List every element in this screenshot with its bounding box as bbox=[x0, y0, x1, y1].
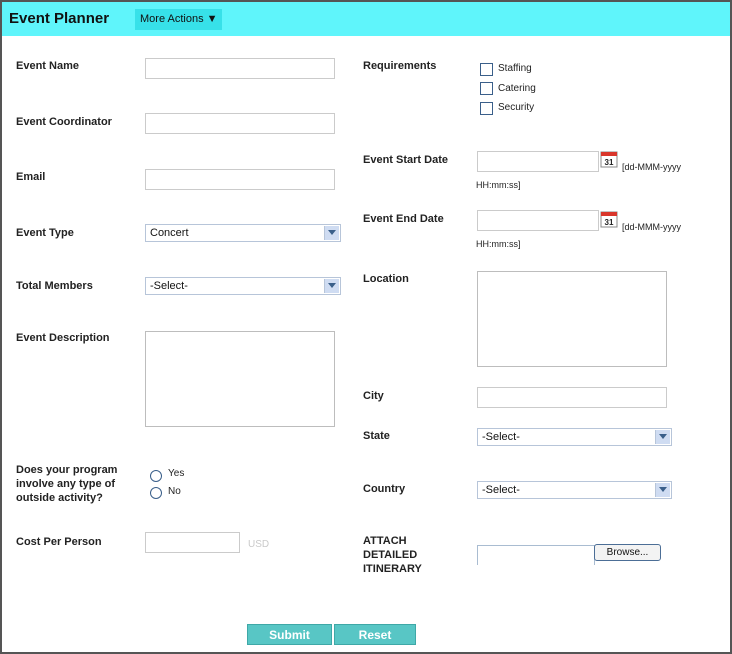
requirements-label: Requirements bbox=[363, 60, 437, 72]
yes-radio[interactable] bbox=[150, 470, 162, 482]
cost-per-person-label: Cost Per Person bbox=[16, 536, 102, 548]
start-date-format-hint-2: HH:mm:ss] bbox=[476, 180, 521, 190]
itinerary-file-input[interactable] bbox=[477, 545, 595, 565]
state-label: State bbox=[363, 430, 390, 442]
attach-itinerary-label: ATTACH DETAILED ITINERARY bbox=[363, 534, 422, 576]
staffing-label: Staffing bbox=[498, 63, 532, 74]
event-end-date-input[interactable] bbox=[477, 210, 599, 231]
staffing-checkbox[interactable] bbox=[480, 63, 493, 76]
country-label: Country bbox=[363, 483, 406, 495]
calendar-icon[interactable]: 31 bbox=[600, 210, 618, 228]
total-members-value: -Select- bbox=[150, 280, 188, 292]
calendar-day: 31 bbox=[605, 158, 614, 167]
event-type-value: Concert bbox=[150, 227, 189, 239]
browse-button[interactable]: Browse... bbox=[594, 544, 661, 561]
event-end-date-label: Event End Date bbox=[363, 213, 444, 225]
attach-line-3: ITINERARY bbox=[363, 563, 422, 575]
start-date-format-hint-1: [dd-MMM-yyyy bbox=[622, 162, 681, 172]
question-line-3: outside activity? bbox=[16, 492, 103, 504]
chevron-down-icon bbox=[655, 430, 670, 444]
state-value: -Select- bbox=[482, 431, 520, 443]
attach-line-2: DETAILED bbox=[363, 549, 418, 561]
calendar-day: 31 bbox=[605, 218, 614, 227]
event-type-select[interactable]: Concert bbox=[145, 224, 341, 242]
event-description-textarea[interactable] bbox=[145, 331, 335, 427]
page-title: Event Planner bbox=[9, 10, 110, 27]
location-textarea[interactable] bbox=[477, 271, 667, 367]
outside-activity-question: Does your program involve any type of ou… bbox=[16, 463, 117, 505]
state-select[interactable]: -Select- bbox=[477, 428, 672, 446]
header-bar: Event Planner More Actions ▼ bbox=[2, 2, 730, 36]
event-start-date-input[interactable] bbox=[477, 151, 599, 172]
country-select[interactable]: -Select- bbox=[477, 481, 672, 499]
catering-checkbox[interactable] bbox=[480, 82, 493, 95]
total-members-label: Total Members bbox=[16, 280, 93, 292]
security-label: Security bbox=[498, 102, 535, 113]
event-start-date-label: Event Start Date bbox=[363, 154, 448, 166]
question-line-1: Does your program bbox=[16, 464, 118, 476]
attach-line-1: ATTACH bbox=[363, 535, 407, 547]
cost-per-person-input[interactable] bbox=[145, 532, 240, 553]
event-name-label: Event Name bbox=[16, 60, 79, 72]
email-label: Email bbox=[16, 171, 46, 183]
event-coordinator-input[interactable] bbox=[145, 113, 335, 134]
chevron-down-icon bbox=[324, 279, 339, 293]
submit-button[interactable]: Submit bbox=[247, 624, 332, 645]
no-radio[interactable] bbox=[150, 487, 162, 499]
event-coordinator-label: Event Coordinator bbox=[16, 116, 112, 128]
chevron-down-icon bbox=[324, 226, 339, 240]
event-name-input[interactable] bbox=[145, 58, 335, 79]
question-line-2: involve any type of bbox=[16, 478, 116, 490]
currency-unit: USD bbox=[248, 539, 270, 550]
city-label: City bbox=[363, 390, 384, 402]
event-planner-form: Event Planner More Actions ▼ Event Name … bbox=[0, 0, 732, 654]
no-radio-label: No bbox=[168, 486, 181, 497]
security-checkbox[interactable] bbox=[480, 102, 493, 115]
reset-button[interactable]: Reset bbox=[334, 624, 416, 645]
chevron-down-icon bbox=[655, 483, 670, 497]
end-date-format-hint-2: HH:mm:ss] bbox=[476, 239, 521, 249]
total-members-select[interactable]: -Select- bbox=[145, 277, 341, 295]
calendar-icon[interactable]: 31 bbox=[600, 150, 618, 168]
city-input[interactable] bbox=[477, 387, 667, 408]
event-description-label: Event Description bbox=[16, 332, 110, 344]
country-value: -Select- bbox=[482, 484, 520, 496]
catering-label: Catering bbox=[498, 83, 536, 94]
email-input[interactable] bbox=[145, 169, 335, 190]
yes-radio-label: Yes bbox=[168, 468, 185, 479]
more-actions-menu[interactable]: More Actions ▼ bbox=[135, 9, 222, 30]
location-label: Location bbox=[363, 273, 409, 285]
end-date-format-hint-1: [dd-MMM-yyyy bbox=[622, 222, 681, 232]
event-type-label: Event Type bbox=[16, 227, 74, 239]
